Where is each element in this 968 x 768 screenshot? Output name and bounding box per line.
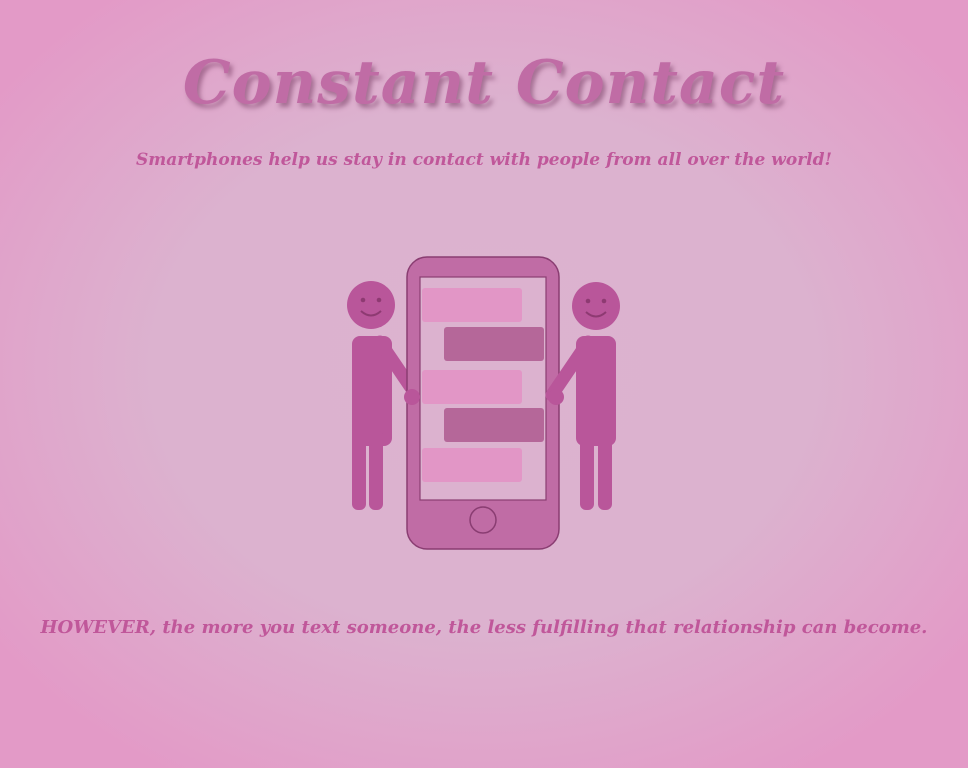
chat-bubble-icon: [444, 327, 544, 361]
chat-bubble-icon: [422, 288, 522, 322]
subtitle: Smartphones help us stay in contact with…: [136, 150, 832, 170]
chat-bubble-icon: [422, 370, 522, 404]
page-title: Constant Contact: [182, 48, 786, 118]
footer-text: HOWEVER, the more you text someone, the …: [40, 617, 928, 638]
chat-bubble-icon: [444, 408, 544, 442]
smartphone-icon: [406, 256, 560, 550]
chat-bubble-icon: [422, 448, 522, 482]
illustration-svg: [347, 256, 620, 550]
texting-illustration: [330, 250, 640, 560]
